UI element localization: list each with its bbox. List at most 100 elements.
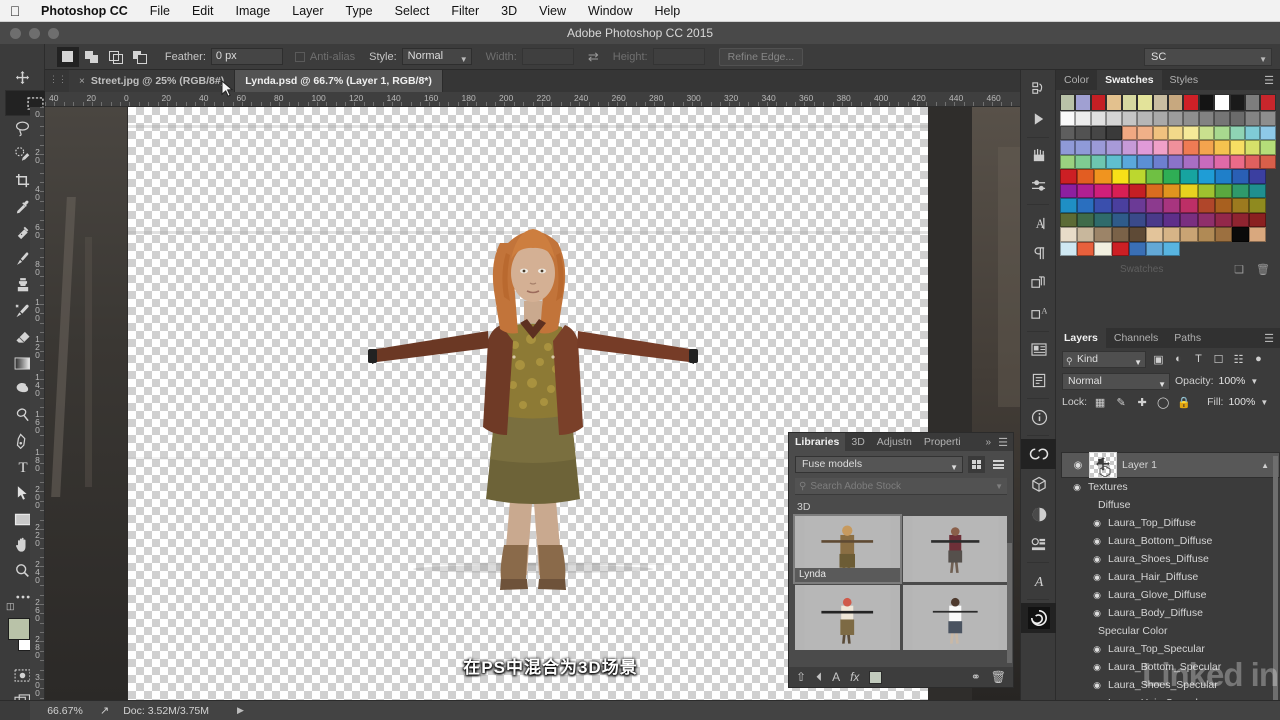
filter-smart-object-icon[interactable]: ☷ — [1231, 352, 1246, 367]
color-swatch[interactable] — [1260, 111, 1276, 126]
color-swatch[interactable] — [1198, 94, 1215, 111]
color-swatch[interactable] — [1121, 111, 1138, 126]
color-swatch[interactable] — [1121, 94, 1138, 111]
color-swatch[interactable] — [1245, 94, 1261, 111]
color-swatch[interactable] — [1060, 183, 1078, 198]
tab-layers[interactable]: Layers — [1056, 328, 1106, 348]
color-swatch[interactable] — [1231, 169, 1250, 184]
color-swatch[interactable] — [1167, 111, 1184, 126]
character-styles-icon[interactable] — [1021, 268, 1057, 298]
color-swatch[interactable] — [1090, 140, 1107, 155]
chevron-up-icon[interactable]: ▲ — [1261, 458, 1269, 473]
layer-row[interactable]: ◉ Laura_Body_Diffuse — [1056, 604, 1280, 622]
layer-list-scrollbar[interactable] — [1273, 456, 1278, 720]
feather-input[interactable]: 0 px — [210, 48, 283, 65]
color-swatch[interactable] — [1183, 94, 1199, 111]
color-swatch[interactable] — [1167, 125, 1184, 140]
color-swatch[interactable] — [1060, 140, 1076, 155]
color-swatch[interactable] — [1245, 111, 1261, 126]
color-swatch[interactable] — [1229, 154, 1246, 169]
libraries-scrollbar[interactable] — [1007, 543, 1012, 663]
color-swatch[interactable] — [1198, 154, 1215, 169]
color-swatch[interactable] — [1128, 212, 1146, 227]
character-icon[interactable]: A — [1021, 208, 1057, 238]
layer-row[interactable]: ◉ Laura_Shoes_Diffuse — [1056, 550, 1280, 568]
color-swatch[interactable] — [1106, 125, 1122, 140]
intersect-with-selection-button[interactable] — [129, 47, 151, 67]
actions-icon[interactable] — [1021, 104, 1057, 134]
visibility-eye-icon[interactable]: ◉ — [1086, 554, 1108, 565]
tool-presets-icon[interactable] — [1021, 603, 1057, 633]
selection-mode-group[interactable] — [56, 46, 151, 67]
library-select[interactable]: Fuse models ▼ — [795, 456, 963, 473]
color-swatch[interactable] — [1183, 154, 1199, 169]
creative-cloud-libraries-icon[interactable] — [1021, 439, 1057, 469]
layer-row[interactable]: ◉ Laura_Glove_Diffuse — [1056, 586, 1280, 604]
swap-dimensions-icon[interactable]: ⇄ — [588, 49, 599, 65]
color-swatch[interactable] — [1245, 125, 1261, 140]
color-swatch[interactable] — [1111, 212, 1129, 227]
color-swatch[interactable] — [1180, 227, 1198, 242]
info-icon[interactable] — [1021, 402, 1057, 432]
style-select[interactable]: Normal ▼ — [401, 48, 472, 65]
libraries-panel[interactable]: Libraries 3D Adjustn Properti » ☰ Fuse m… — [788, 432, 1014, 688]
color-swatch[interactable] — [1121, 154, 1138, 169]
notes-icon[interactable] — [1021, 365, 1057, 395]
color-swatch[interactable] — [1137, 140, 1153, 155]
visibility-eye-icon[interactable]: ◉ — [1086, 590, 1108, 601]
color-swatch[interactable] — [1077, 183, 1095, 198]
filter-toggle-icon[interactable]: ● — [1251, 352, 1266, 367]
color-swatch[interactable] — [1167, 140, 1184, 155]
chevron-double-right-icon[interactable]: » — [985, 437, 991, 448]
color-swatch[interactable] — [1145, 183, 1164, 198]
color-swatch[interactable] — [1128, 241, 1146, 256]
color-swatch[interactable] — [1183, 140, 1199, 155]
color-swatch[interactable] — [1121, 140, 1138, 155]
color-swatch[interactable] — [1060, 111, 1076, 126]
chevron-down-icon[interactable]: ▼ — [1250, 377, 1258, 386]
paragraph-styles-icon[interactable]: A — [1021, 298, 1057, 328]
tab-adjustments[interactable]: Adjustn — [871, 433, 918, 451]
color-swatch[interactable] — [1214, 227, 1232, 242]
width-input[interactable] — [521, 48, 574, 65]
color-swatch[interactable] — [1094, 212, 1112, 227]
color-swatch[interactable] — [1077, 241, 1095, 256]
lock-image-icon[interactable]: ✎ — [1113, 394, 1129, 410]
color-swatch[interactable] — [1214, 94, 1230, 111]
glyphs-icon[interactable]: A — [1021, 566, 1057, 596]
filter-type-icon[interactable]: T — [1191, 352, 1206, 367]
color-swatch[interactable] — [1198, 140, 1215, 155]
color-swatch[interactable] — [1198, 111, 1215, 126]
color-swatch[interactable] — [1197, 212, 1215, 227]
color-swatch[interactable] — [1249, 227, 1267, 242]
menu-item-layer[interactable]: Layer — [281, 0, 334, 22]
default-colors-icon[interactable]: ◫ — [6, 601, 15, 612]
brush-settings-icon[interactable] — [1021, 141, 1057, 171]
menu-item-photoshop[interactable]: Photoshop CC — [30, 0, 139, 22]
color-swatch[interactable] — [1163, 212, 1181, 227]
color-swatch[interactable] — [1214, 111, 1230, 126]
color-swatch[interactable] — [1094, 227, 1112, 242]
menu-item-view[interactable]: View — [528, 0, 577, 22]
menu-item-file[interactable]: File — [139, 0, 181, 22]
color-swatch[interactable] — [1163, 169, 1181, 184]
layer-row[interactable]: ◉ Laura_Top_Diffuse — [1056, 514, 1280, 532]
lock-transparent-icon[interactable]: ▦ — [1092, 394, 1108, 410]
tab-styles[interactable]: Styles — [1162, 70, 1207, 90]
color-swatch[interactable] — [1180, 212, 1198, 227]
anti-alias-checkbox[interactable] — [294, 51, 305, 62]
3d-model-figure[interactable] — [368, 197, 698, 637]
color-swatch[interactable] — [1214, 169, 1232, 184]
filter-adjustment-icon[interactable]: ◐ — [1171, 352, 1186, 367]
tab-libraries[interactable]: Libraries — [789, 433, 846, 451]
tab-swatches[interactable]: Swatches — [1097, 70, 1162, 90]
panel-menu-icon[interactable]: ☰ — [1264, 332, 1274, 345]
color-swatch[interactable] — [1111, 198, 1129, 213]
layer-row[interactable]: ◉ Textures — [1056, 478, 1280, 496]
color-swatch[interactable] — [1231, 212, 1250, 227]
color-swatch[interactable] — [1260, 125, 1276, 140]
color-swatch[interactable] — [1111, 169, 1129, 184]
filter-pixel-icon[interactable]: ▣ — [1151, 352, 1166, 367]
layer-filter-select[interactable]: ⚲ Kind ▼ — [1062, 350, 1146, 368]
color-swatch[interactable] — [1214, 125, 1230, 140]
